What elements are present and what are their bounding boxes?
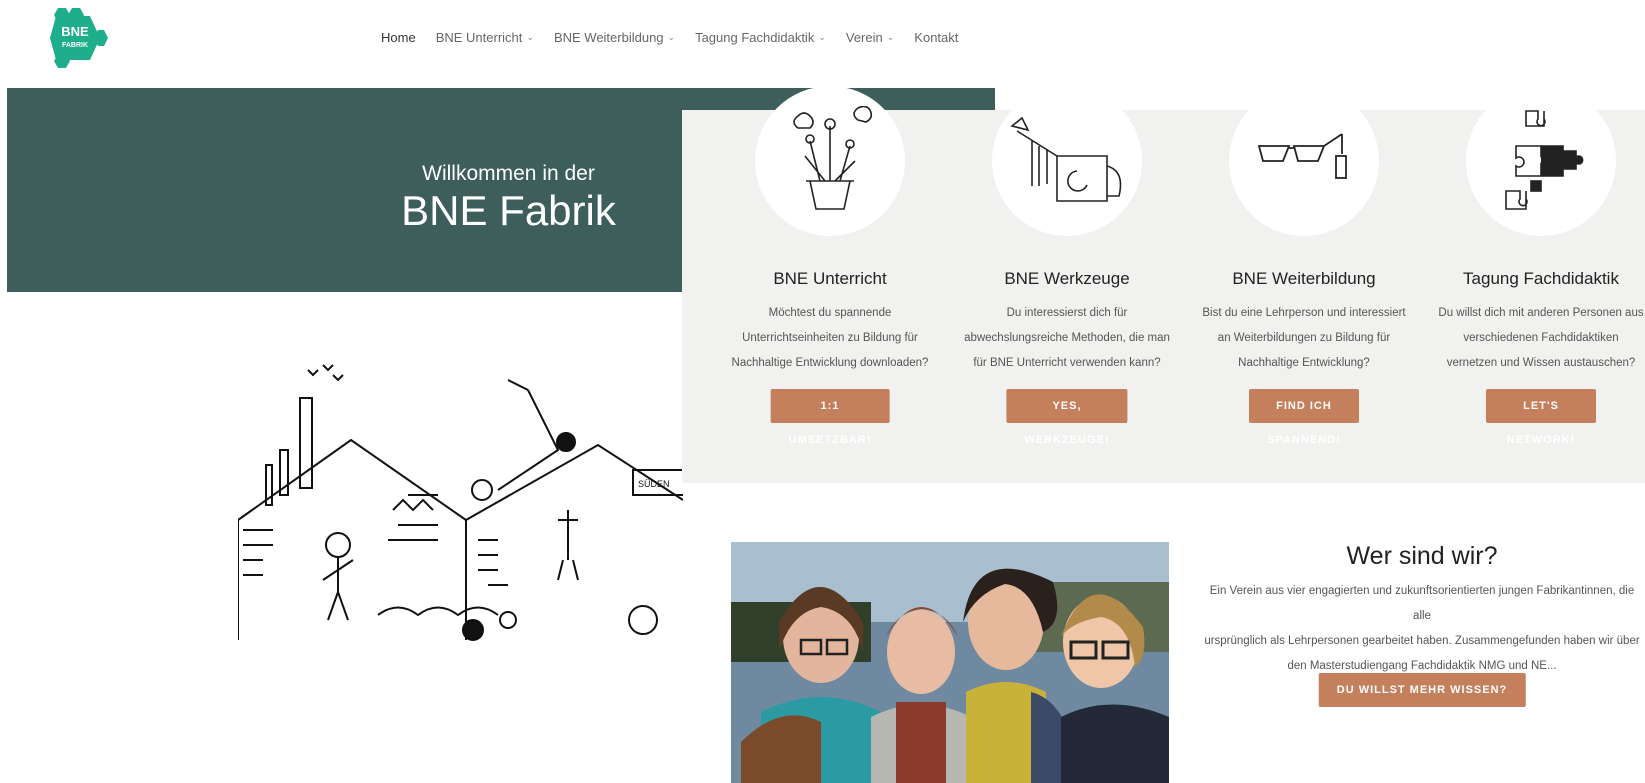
card-bne-unterricht: BNE Unterricht Möchtest du spannende Unte… — [720, 86, 940, 446]
about-title: Wer sind wir? — [1346, 542, 1498, 570]
sketch-sign-text: SÜDEN — [638, 479, 670, 489]
nav-label: BNE Weiterbildung — [553, 30, 664, 45]
nav-label: Tagung Fachdidaktik — [695, 30, 815, 45]
puzzle-icon — [1505, 110, 1584, 210]
factory-drawing-icon: SÜDEN — [238, 364, 683, 641]
chevron-down-icon: ⌄ — [526, 32, 534, 42]
card-icon-circle — [755, 86, 905, 236]
card-bne-weiterbildung: BNE Weiterbildung Bist du eine Lehrperso… — [1194, 86, 1414, 446]
card-title: Tagung Fachdidaktik — [1463, 269, 1619, 288]
card-text: Du interessierst dich für abwechslungsrei… — [964, 307, 1170, 369]
chevron-down-icon: ⌄ — [818, 32, 826, 42]
card-title: BNE Weiterbildung — [1232, 269, 1376, 288]
about-section: Wer sind wir? Ein Verein aus vier engagi… — [1204, 542, 1640, 707]
nav-item-verein[interactable]: Verein ⌄ — [846, 30, 894, 45]
nav-label: Kontakt — [914, 30, 959, 45]
nav-item-bne-weiterbildung[interactable]: BNE Weiterbildung ⌄ — [554, 30, 675, 45]
plant-pot-icon — [793, 106, 873, 210]
watering-can-icon — [1010, 116, 1122, 202]
nav-label: BNE Unterricht — [435, 30, 523, 45]
team-photo — [731, 542, 1169, 783]
nav-label: Verein — [845, 30, 883, 45]
spannend-button[interactable]: FIND ICH SPANNEND! — [1249, 389, 1359, 446]
nav-item-tagung-fachdidaktik[interactable]: Tagung Fachdidaktik ⌄ — [695, 30, 826, 45]
mehr-wissen-button[interactable]: DU WILLST MEHR WISSEN? — [1318, 673, 1526, 707]
factory-sketch-illustration: SÜDEN — [238, 350, 683, 644]
offer-cards-panel: BNE Unterricht Möchtest du spannende Unte… — [682, 86, 1645, 483]
nav-label: Home — [381, 30, 416, 45]
main-nav: Home BNE Unterricht ⌄ BNE Weiterbildung ⌄ … — [381, 30, 978, 45]
network-button[interactable]: LET'S NETWORK! — [1486, 389, 1596, 446]
umsetzbar-button[interactable]: 1:1 UMSETZBAR! — [770, 389, 890, 446]
card-bne-werkzeuge: BNE Werkzeuge Du interessierst dich für a… — [957, 86, 1177, 446]
nav-item-home[interactable]: Home — [381, 30, 416, 45]
card-icon-circle — [1466, 86, 1616, 236]
card-tagung-fachdidaktik: Tagung Fachdidaktik Du willst dich mit a… — [1431, 86, 1645, 446]
logo-text-line1: BNE — [61, 24, 89, 39]
about-text: Ein Verein aus vier engagierten und zuku… — [1204, 585, 1640, 672]
hexagon-logo-icon: BNE FABRIK — [50, 8, 108, 68]
card-title: BNE Unterricht — [773, 269, 887, 288]
logo-text-line2: FABRIK — [62, 42, 88, 49]
card-text: Möchtest du spannende Unterrichtseinheite… — [731, 307, 929, 369]
site-logo[interactable]: BNE FABRIK — [46, 6, 110, 70]
glasses-icon — [1257, 133, 1347, 179]
card-icon-circle — [1229, 86, 1379, 236]
werkzeuge-button[interactable]: YES, WERKZEUGE! — [1006, 389, 1128, 446]
nav-item-kontakt[interactable]: Kontakt — [914, 30, 958, 45]
card-text: Bist du eine Lehrperson und interessiert… — [1202, 307, 1406, 369]
card-title: BNE Werkzeuge — [1004, 269, 1130, 288]
chevron-down-icon: ⌄ — [886, 32, 895, 42]
nav-item-bne-unterricht[interactable]: BNE Unterricht ⌄ — [436, 30, 534, 45]
team-photo-image — [731, 542, 1169, 783]
card-text: Du willst dich mit anderen Personen aus v… — [1438, 307, 1644, 369]
chevron-down-icon: ⌄ — [667, 32, 676, 42]
card-icon-circle — [992, 86, 1142, 236]
